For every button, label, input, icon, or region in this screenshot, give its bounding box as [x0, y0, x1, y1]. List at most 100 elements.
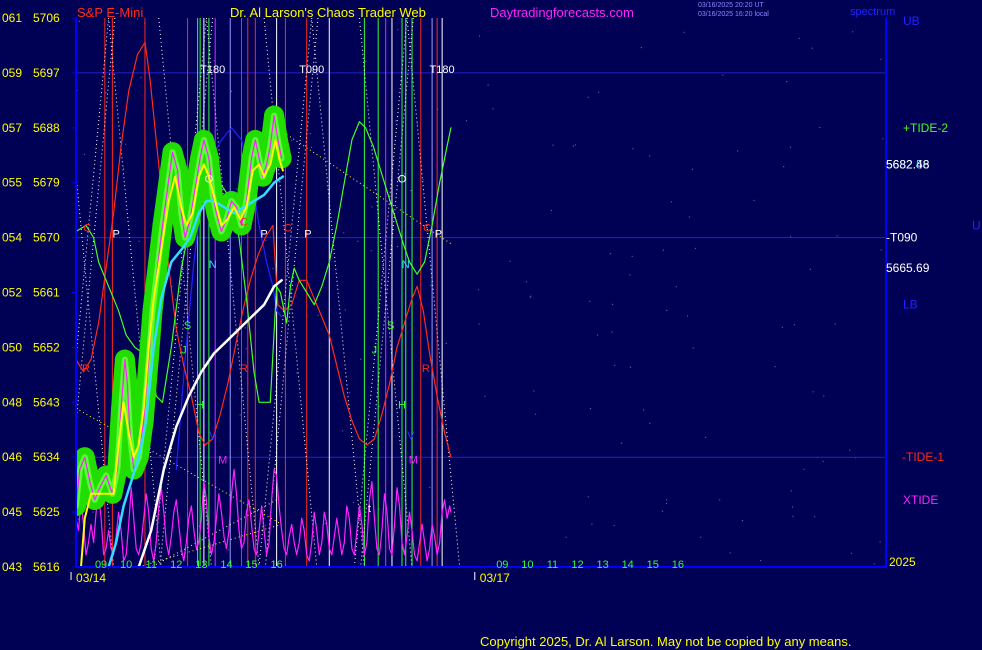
star-dot: [245, 348, 247, 350]
star-dot: [649, 155, 651, 157]
event-letter: M: [409, 454, 418, 466]
star-dot: [370, 250, 372, 252]
star-dot: [445, 342, 447, 345]
star-dot: [239, 387, 241, 390]
star-dot: [529, 296, 531, 298]
star-dot: [565, 536, 567, 538]
star-dot: [478, 323, 480, 325]
star-dot: [809, 268, 811, 270]
instrument-label: S&P E-Mini: [77, 5, 143, 20]
star-dot: [291, 139, 293, 141]
star-dot: [344, 309, 346, 311]
star-dot: [397, 29, 399, 31]
year-label: 2025: [889, 555, 916, 569]
star-dot: [640, 47, 643, 49]
event-letter: R: [422, 363, 430, 375]
event-letter: P: [435, 229, 442, 241]
star-dot: [822, 460, 824, 462]
event-letter: t: [368, 503, 371, 515]
star-dot: [722, 74, 724, 76]
star-dot: [477, 289, 480, 291]
right-label: LB: [903, 298, 918, 312]
star-dot: [700, 536, 702, 538]
event-letter: H: [398, 399, 406, 411]
star-dot: [311, 146, 313, 148]
event-letter: O: [205, 174, 214, 186]
star-dot: [792, 515, 794, 518]
star-dot: [484, 395, 486, 397]
event-letter: C: [83, 223, 91, 235]
y-tick-code: 043: [2, 560, 22, 574]
star-dot: [880, 249, 882, 251]
x-tick-label: 11: [547, 559, 558, 571]
star-dot: [753, 199, 755, 201]
event-letter: S: [387, 320, 394, 332]
star-dot: [873, 563, 875, 565]
star-dot: [643, 409, 645, 411]
event-letter: V: [209, 430, 217, 442]
event-letter: C: [284, 223, 292, 235]
site-link[interactable]: Daytradingforecasts.com: [490, 5, 634, 20]
star-dot: [122, 167, 125, 169]
star-dot: [138, 240, 140, 242]
x-tick-label: 11: [146, 559, 157, 571]
right-label: 5665.69: [886, 261, 930, 275]
y-tick-price: 5706: [33, 11, 60, 25]
star-dot: [760, 559, 762, 562]
star-dot: [789, 146, 792, 148]
y-tick-price: 5661: [33, 286, 60, 300]
y-tick-price: 5634: [33, 450, 60, 464]
star-dot: [729, 552, 731, 554]
star-dot: [525, 281, 528, 283]
star-dot: [244, 327, 246, 329]
star-dot: [849, 449, 851, 451]
star-dot: [239, 414, 241, 416]
star-dot: [230, 90, 233, 92]
star-dot: [396, 246, 399, 248]
star-dot: [612, 303, 614, 305]
star-dot: [360, 358, 362, 360]
star-dot: [550, 209, 553, 212]
y-tick-price: 5643: [33, 395, 60, 409]
star-dot: [783, 166, 785, 168]
star-dot: [83, 153, 86, 155]
x-tick-label: 10: [120, 559, 132, 571]
chart-canvas: CPRSJT180ONHMVCRPCPT090SJONHVMCRPT180t 0…: [0, 0, 982, 650]
star-dot: [575, 144, 577, 146]
star-dot: [879, 541, 881, 543]
y-tick-code: 048: [2, 395, 22, 409]
y-tick-price: 5652: [33, 340, 60, 354]
star-dot: [688, 216, 690, 218]
star-dot: [819, 126, 821, 129]
event-letter: R: [240, 363, 248, 375]
event-letter: N: [209, 259, 217, 271]
star-dot: [353, 502, 355, 504]
star-dot: [357, 240, 359, 242]
x-tick-label: 14: [220, 559, 232, 571]
star-dot: [478, 35, 481, 37]
y-tick-price: 5625: [33, 505, 60, 519]
x-tick-label: 09: [496, 559, 508, 571]
star-dot: [343, 232, 345, 234]
star-dot: [719, 499, 721, 501]
event-letter: C: [423, 223, 431, 235]
chart-title: Dr. Al Larson's Chaos Trader Web: [230, 5, 426, 20]
star-dot: [666, 499, 668, 501]
star-dot: [850, 552, 852, 554]
y-tick-code: 057: [2, 121, 22, 135]
y-tick-code: 050: [2, 340, 22, 354]
star-dot: [632, 148, 634, 150]
event-letter: J: [181, 345, 187, 357]
star-dot: [691, 168, 694, 170]
star-dot: [798, 37, 800, 39]
y-tick-price: 5616: [33, 560, 60, 574]
right-label: XTIDE: [903, 493, 938, 507]
star-dot: [296, 372, 298, 374]
star-dot: [410, 67, 412, 69]
y-tick-price: 5688: [33, 121, 60, 135]
star-dot: [572, 145, 575, 147]
date-label: 03/14: [76, 571, 106, 585]
star-dot: [272, 267, 274, 270]
event-letter: R: [82, 363, 90, 375]
event-letter: P: [112, 229, 119, 241]
